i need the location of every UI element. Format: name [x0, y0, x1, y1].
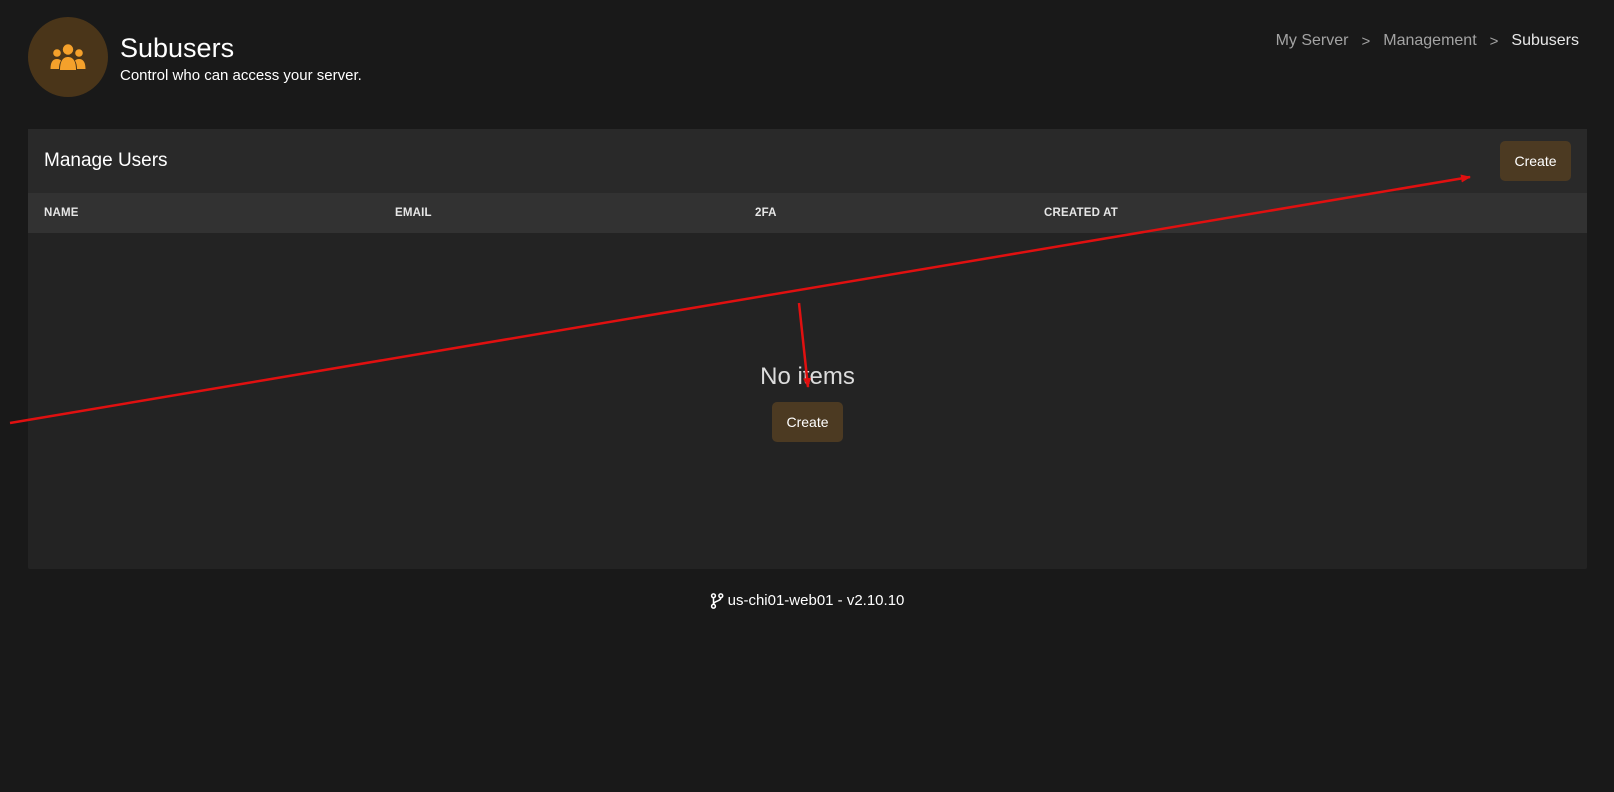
table-header: NAME EMAIL 2FA CREATED AT: [28, 193, 1587, 233]
header-titles: Subusers Control who can access your ser…: [120, 28, 362, 86]
footer-version: us-chi01-web01 - v2.10.10: [727, 592, 905, 609]
column-header-email[interactable]: EMAIL: [395, 193, 432, 233]
breadcrumb-separator: >: [1489, 32, 1499, 50]
card-header: Manage Users Create: [28, 129, 1587, 193]
breadcrumb: My Server > Management > Subusers: [1276, 32, 1579, 50]
breadcrumb-separator: >: [1361, 32, 1371, 50]
page-title: Subusers: [120, 33, 235, 63]
column-header-created-at[interactable]: CREATED AT: [1044, 193, 1118, 233]
column-header-name[interactable]: NAME: [44, 193, 79, 233]
empty-state-title: No items: [760, 363, 855, 390]
users-icon: [49, 42, 87, 72]
git-branch-icon: [710, 592, 724, 609]
empty-state-create-button[interactable]: Create: [772, 402, 843, 442]
page-subtitle: Control who can access your server.: [120, 67, 362, 84]
page-header: Subusers Control who can access your ser…: [28, 17, 362, 97]
breadcrumb-my-server[interactable]: My Server: [1276, 32, 1349, 50]
create-button[interactable]: Create: [1500, 141, 1571, 181]
breadcrumb-subusers: Subusers: [1511, 32, 1579, 49]
column-header-2fa[interactable]: 2FA: [755, 193, 777, 233]
avatar: [28, 17, 108, 97]
card-title: Manage Users: [44, 150, 168, 171]
empty-state: No items Create: [28, 362, 1587, 442]
breadcrumb-management[interactable]: Management: [1383, 32, 1476, 50]
manage-users-card: Manage Users Create NAME EMAIL 2FA CREAT…: [28, 129, 1587, 569]
footer: us-chi01-web01 - v2.10.10: [0, 592, 1614, 609]
